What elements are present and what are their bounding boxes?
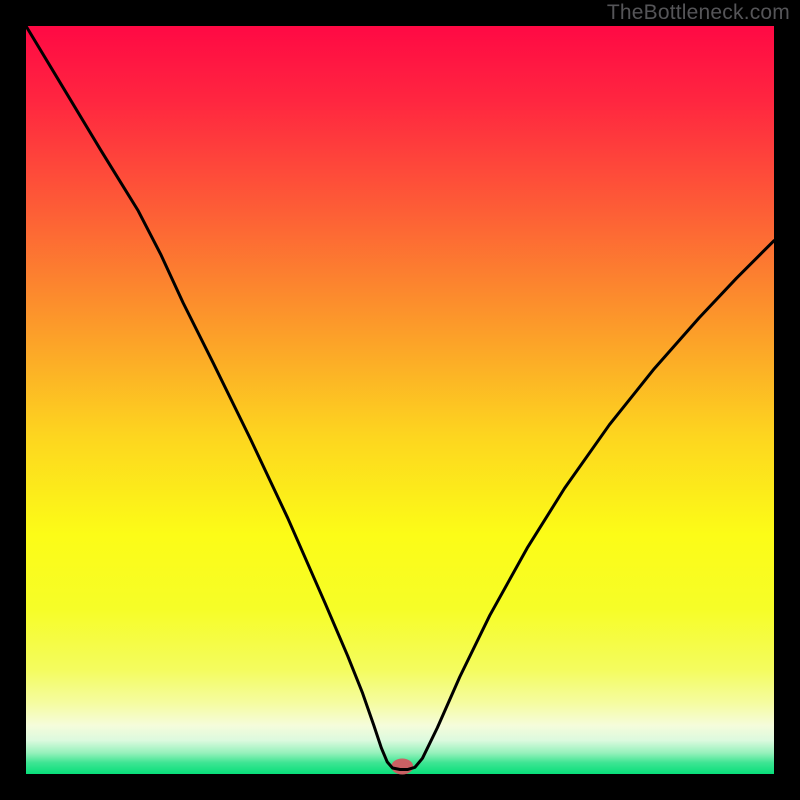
chart-gradient-bg	[26, 26, 774, 774]
chart-frame: TheBottleneck.com	[0, 0, 800, 800]
bottleneck-chart	[0, 0, 800, 800]
watermark-text: TheBottleneck.com	[607, 1, 790, 25]
optimal-marker	[391, 759, 413, 775]
